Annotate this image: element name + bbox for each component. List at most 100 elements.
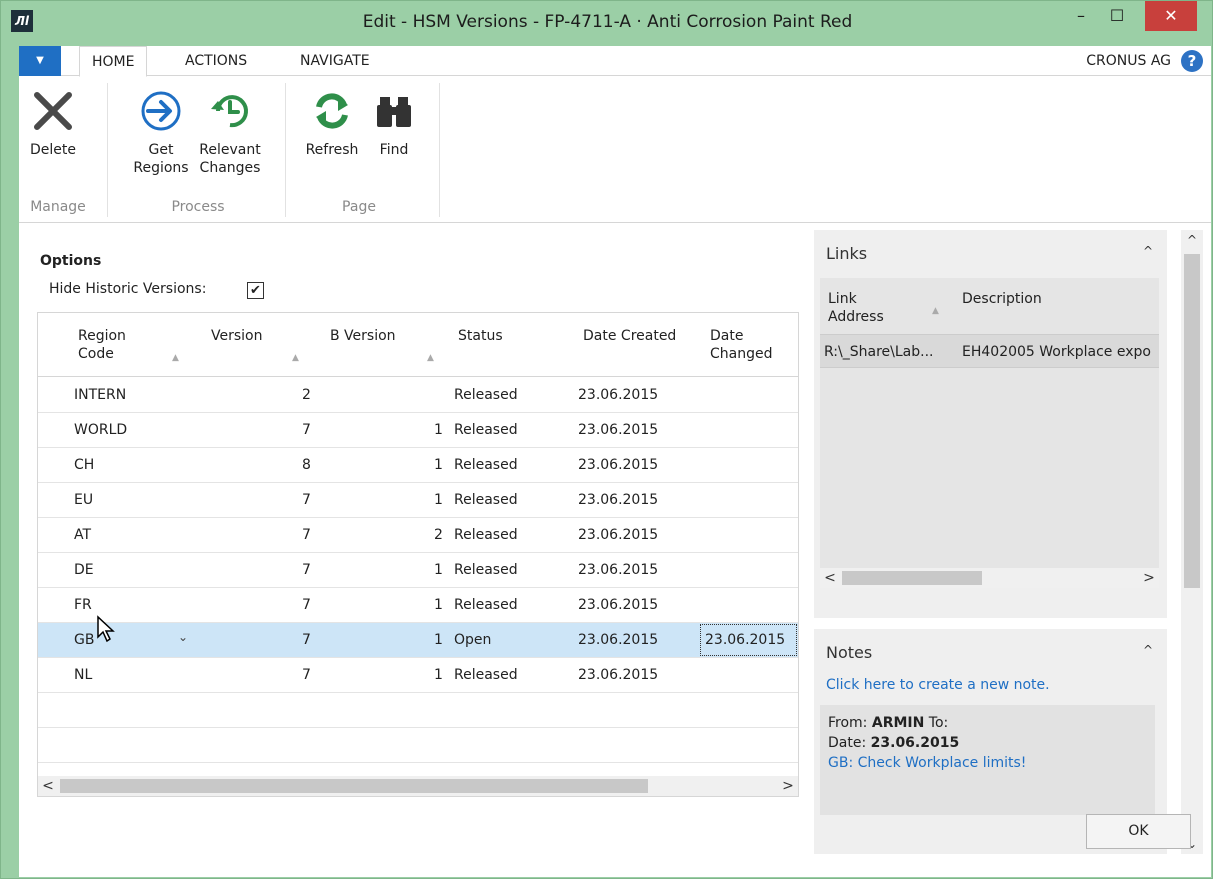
close-button[interactable]: ✕ [1145, 1, 1197, 31]
ribbon-separator [285, 83, 286, 217]
header-version[interactable]: Version [211, 327, 262, 345]
table-row[interactable]: AT 7 2 Released 23.06.2015 [38, 518, 798, 553]
cell-status: Released [454, 492, 518, 508]
find-button[interactable]: Find [369, 77, 419, 192]
grid-horizontal-scrollbar[interactable]: < > [38, 776, 798, 796]
group-process: Process [171, 199, 225, 215]
header-date-changed[interactable]: Date Changed [710, 327, 773, 363]
create-note-link[interactable]: Click here to create a new note. [826, 677, 1050, 693]
sort-icon: ▲ [172, 353, 179, 363]
refresh-button[interactable]: Refresh [299, 77, 365, 192]
table-row[interactable]: NL 7 1 Released 23.06.2015 [38, 658, 798, 693]
table-row[interactable]: INTERN 2 Released 23.06.2015 [38, 378, 798, 413]
cell-region: INTERN [74, 387, 127, 403]
cell-date-created: 23.06.2015 [578, 527, 659, 543]
cell-version: 7 [302, 562, 311, 578]
sort-icon: ▲ [292, 353, 299, 363]
header-description[interactable]: Description [962, 290, 1042, 308]
relevant-changes-button[interactable]: Relevant Changes [195, 77, 265, 192]
cell-b-version: 1 [434, 562, 443, 578]
scroll-right-button[interactable]: > [778, 776, 798, 796]
header-link-address[interactable]: Link Address [828, 290, 884, 326]
cell-status: Released [454, 667, 518, 683]
table-row[interactable]: EU 7 1 Released 23.06.2015 [38, 483, 798, 518]
scroll-right-button[interactable]: > [1139, 568, 1159, 588]
scroll-thumb[interactable] [1184, 254, 1200, 588]
cell-date-created: 23.06.2015 [578, 387, 659, 403]
title-bar: Лl Edit - HSM Versions - FP-4711-A · Ant… [1, 1, 1213, 43]
links-list: Link Address ▲ Description R:\_Share\Lab… [820, 278, 1159, 588]
content-area: Options Hide Historic Versions: ✔ Region… [19, 224, 1211, 877]
table-row-empty[interactable] [38, 693, 798, 728]
header-b-version[interactable]: B Version [330, 327, 396, 345]
help-icon[interactable]: ? [1181, 50, 1203, 72]
links-horizontal-scrollbar[interactable]: < > [820, 568, 1159, 588]
links-title: Links [826, 244, 868, 263]
header-date-created[interactable]: Date Created [583, 327, 676, 345]
header-region-code[interactable]: Region Code [78, 327, 126, 363]
link-address-cell[interactable]: R:\_Share\Lab... [824, 344, 933, 360]
cell-status: Released [454, 457, 518, 473]
table-row-empty[interactable] [38, 728, 798, 763]
cell-region: EU [74, 492, 94, 508]
cell-version: 7 [302, 667, 311, 683]
hide-historic-label: Hide Historic Versions: [49, 281, 207, 297]
table-row[interactable]: FR 7 1 Released 23.06.2015 [38, 588, 798, 623]
scroll-left-button[interactable]: < [38, 776, 58, 796]
delete-label: Delete [30, 142, 76, 158]
hide-historic-checkbox[interactable]: ✔ [247, 282, 264, 299]
cell-region: DE [74, 562, 94, 578]
cell-b-version: 1 [434, 597, 443, 613]
tab-home[interactable]: HOME [79, 46, 148, 77]
cell-version: 2 [302, 387, 311, 403]
cell-version: 7 [302, 632, 311, 648]
tab-actions[interactable]: ACTIONS [173, 46, 259, 77]
cell-date-created: 23.06.2015 [578, 667, 659, 683]
note-from-line: From: ARMIN To: [828, 713, 1147, 733]
get-regions-label: Get Regions [133, 142, 189, 176]
scroll-left-button[interactable]: < [820, 568, 840, 588]
link-row[interactable]: R:\_Share\Lab... EH402005 Workplace expo [820, 334, 1159, 368]
note-from-value: ARMIN [871, 715, 925, 731]
delete-button[interactable]: Delete [23, 77, 83, 192]
links-collapse-button[interactable]: ^ [1143, 244, 1153, 258]
get-regions-button[interactable]: Get Regions [131, 77, 191, 192]
cell-date-created: 23.06.2015 [578, 492, 659, 508]
table-row[interactable]: WORLD 7 1 Released 23.06.2015 [38, 413, 798, 448]
cell-status: Released [454, 527, 518, 543]
table-row[interactable]: CH 8 1 Released 23.06.2015 [38, 448, 798, 483]
sort-icon: ▲ [932, 306, 939, 316]
group-page: Page [342, 199, 376, 215]
cell-b-version: 1 [434, 457, 443, 473]
header-status[interactable]: Status [458, 327, 503, 345]
ribbon: Delete Manage Get Regions Relevant Chang… [19, 77, 1211, 223]
cell-version: 7 [302, 527, 311, 543]
note-message-link[interactable]: GB: Check Workplace limits! [828, 753, 1147, 773]
scroll-up-button[interactable]: ^ [1181, 230, 1203, 250]
ok-button[interactable]: OK [1086, 814, 1191, 849]
table-row[interactable]: DE 7 1 Released 23.06.2015 [38, 553, 798, 588]
scroll-thumb[interactable] [842, 571, 982, 585]
cell-date-created: 23.06.2015 [578, 597, 659, 613]
maximize-button[interactable]: ☐ [1099, 1, 1135, 31]
chevron-down-icon[interactable]: ⌄ [178, 630, 188, 644]
tab-navigate[interactable]: NAVIGATE [288, 46, 382, 77]
page-vertical-scrollbar[interactable]: ^ ⌄ [1181, 230, 1203, 854]
cell-date-changed-focused[interactable]: 23.06.2015 [700, 624, 797, 656]
cell-region-input[interactable]: GB [74, 632, 94, 648]
cell-version: 7 [302, 492, 311, 508]
cell-status: Released [454, 422, 518, 438]
company-name: CRONUS AG [1086, 53, 1171, 69]
application-menu-button[interactable]: ▼ [19, 46, 61, 76]
cell-region: AT [74, 527, 92, 543]
scroll-thumb[interactable] [60, 779, 648, 793]
find-label: Find [379, 142, 409, 158]
notes-collapse-button[interactable]: ^ [1143, 643, 1153, 657]
cell-status: Released [454, 562, 518, 578]
get-regions-arrow-icon [141, 91, 181, 131]
table-row-selected[interactable]: GB ⌄ 7 1 Open 23.06.2015 23.06.2015 [38, 623, 798, 658]
cell-region: FR [74, 597, 92, 613]
links-factbox: Links ^ Link Address ▲ Description R:\_S… [814, 230, 1167, 618]
minimize-button[interactable]: – [1063, 1, 1099, 31]
cell-date-created: 23.06.2015 [578, 422, 659, 438]
